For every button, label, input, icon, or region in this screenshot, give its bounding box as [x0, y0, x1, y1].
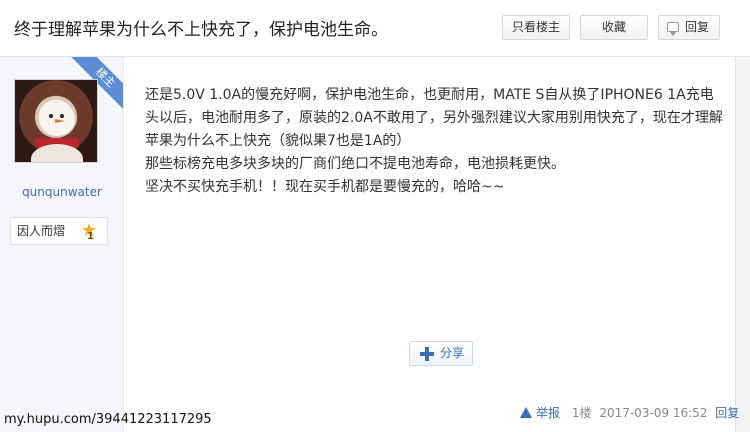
reply-button[interactable]: 回复 [658, 15, 720, 40]
rank-badge: 因人而熠 ★ 1 [10, 217, 108, 245]
post-reply-link[interactable]: 回复 [715, 406, 739, 420]
username-link[interactable]: qunqunwater [0, 185, 123, 199]
rank-title: 因人而熠 [17, 224, 66, 238]
post-paragraph: 还是5.0V 1.0A的慢充好啊，保护电池生命，也更耐用，MATE S自从换了I… [145, 87, 723, 149]
thread-title: 终于理解苹果为什么不上快充了，保护电池生命。 [14, 20, 388, 40]
scrollbar-track[interactable] [735, 57, 750, 432]
post-content: 还是5.0V 1.0A的慢充好啊，保护电池生命，也更耐用，MATE S自从换了I… [145, 84, 725, 199]
favorite-button[interactable]: 收藏 [580, 15, 648, 40]
author-panel: 楼主 qunqunwater 因人而熠 ★ 1 [0, 57, 124, 432]
share-button[interactable]: 分享 [409, 341, 473, 366]
post-paragraph: 那些标榜充电多块多块的厂商们绝口不提电池寿命，电池损耗更快。 [145, 156, 565, 172]
post-footer: 举报 1楼 2017-03-09 16:52 回复 [520, 404, 743, 421]
floor-number: 1楼 [571, 406, 592, 420]
post-timestamp: 2017-03-09 16:52 [599, 406, 708, 420]
avatar[interactable] [14, 79, 98, 163]
plus-icon [420, 347, 434, 361]
report-link[interactable]: 举报 [520, 406, 564, 420]
only-op-button[interactable]: 只看楼主 [502, 15, 570, 40]
speech-bubble-icon [667, 22, 679, 36]
reply-button-label: 回复 [684, 20, 709, 34]
share-button-label: 分享 [440, 346, 465, 360]
post-paragraph: 坚决不买快充手机！！现在买手机都是要慢充的，哈哈~~ [145, 179, 505, 195]
watermark: my.hupu.com/39441223117295 [4, 412, 212, 427]
warning-icon [520, 407, 532, 418]
thread-header: 终于理解苹果为什么不上快充了，保护电池生命。 只看楼主 收藏 回复 [0, 0, 750, 57]
snowman-face [39, 102, 75, 136]
report-label: 举报 [536, 406, 561, 420]
rank-level: 1 [87, 231, 94, 242]
